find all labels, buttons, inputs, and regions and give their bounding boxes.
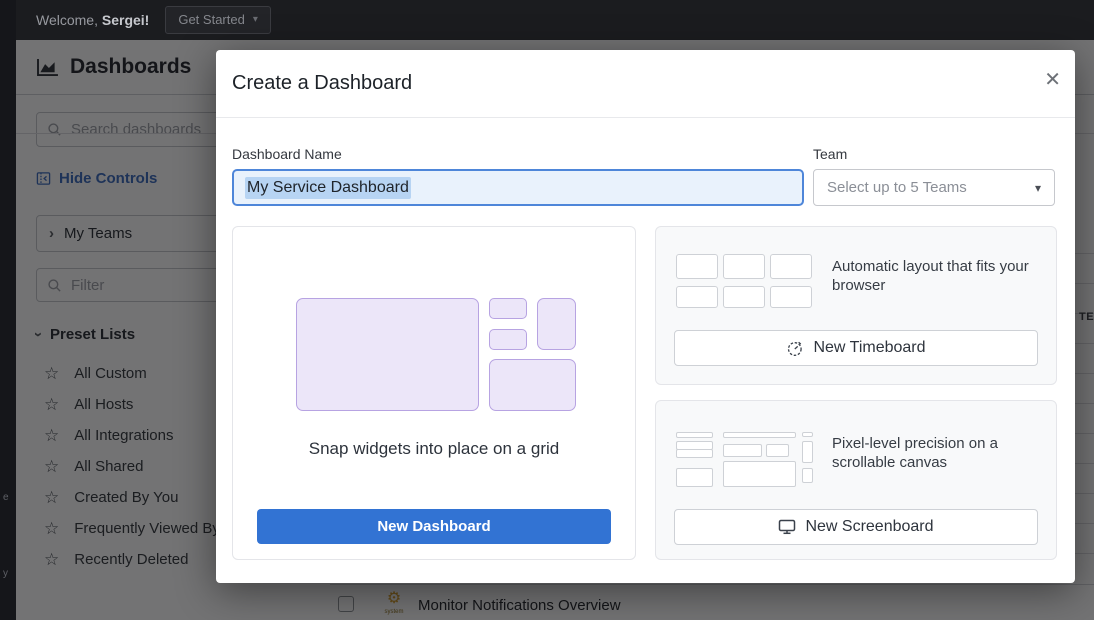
monitor-icon — [778, 519, 796, 535]
new-timeboard-label: New Timeboard — [813, 339, 925, 357]
timeboard-card: Automatic layout that fits your browser … — [655, 226, 1057, 385]
team-select[interactable]: Select up to 5 Teams ▾ — [813, 169, 1055, 206]
chevron-down-icon: ▾ — [253, 14, 258, 25]
create-dashboard-modal: Create a Dashboard ✕ Dashboard Name My S… — [216, 50, 1075, 583]
grid-card-caption: Snap widgets into place on a grid — [233, 439, 635, 459]
rail-text-fragment: e — [3, 492, 9, 503]
modal-title: Create a Dashboard — [232, 72, 412, 95]
new-screenboard-button[interactable]: New Screenboard — [674, 509, 1038, 545]
get-started-label: Get Started — [178, 12, 244, 27]
welcome-username: Sergei! — [102, 12, 149, 28]
team-select-placeholder: Select up to 5 Teams — [827, 179, 967, 196]
screenboard-illustration — [675, 431, 815, 488]
grid-dashboard-card: Snap widgets into place on a grid New Da… — [232, 226, 636, 560]
new-screenboard-label: New Screenboard — [805, 518, 933, 536]
close-icon[interactable]: ✕ — [1044, 70, 1061, 90]
rail-text-fragment: y — [3, 568, 8, 579]
topbar: Welcome, Sergei! Get Started ▾ — [16, 0, 1094, 40]
screenboard-caption: Pixel-level precision on a scrollable ca… — [832, 434, 1050, 472]
new-dashboard-button[interactable]: New Dashboard — [257, 509, 611, 544]
dashboard-name-input[interactable]: My Service Dashboard — [232, 169, 804, 206]
welcome-prefix: Welcome, — [36, 12, 98, 28]
new-timeboard-button[interactable]: New Timeboard — [674, 330, 1038, 366]
screenboard-card: Pixel-level precision on a scrollable ca… — [655, 400, 1057, 560]
team-label: Team — [813, 146, 847, 162]
welcome-text: Welcome, Sergei! — [36, 12, 149, 28]
modal-header: Create a Dashboard ✕ — [216, 50, 1075, 118]
get-started-button[interactable]: Get Started ▾ — [165, 6, 271, 34]
chevron-down-icon: ▾ — [1035, 181, 1041, 195]
stopwatch-icon — [786, 339, 804, 357]
timeboard-caption: Automatic layout that fits your browser — [832, 257, 1050, 295]
selected-text: My Service Dashboard — [245, 177, 411, 199]
screen: e y Welcome, Sergei! Get Started ▾ Dashb… — [0, 0, 1094, 620]
left-nav-rail: e y — [0, 0, 16, 620]
dashboard-name-label: Dashboard Name — [232, 146, 342, 162]
